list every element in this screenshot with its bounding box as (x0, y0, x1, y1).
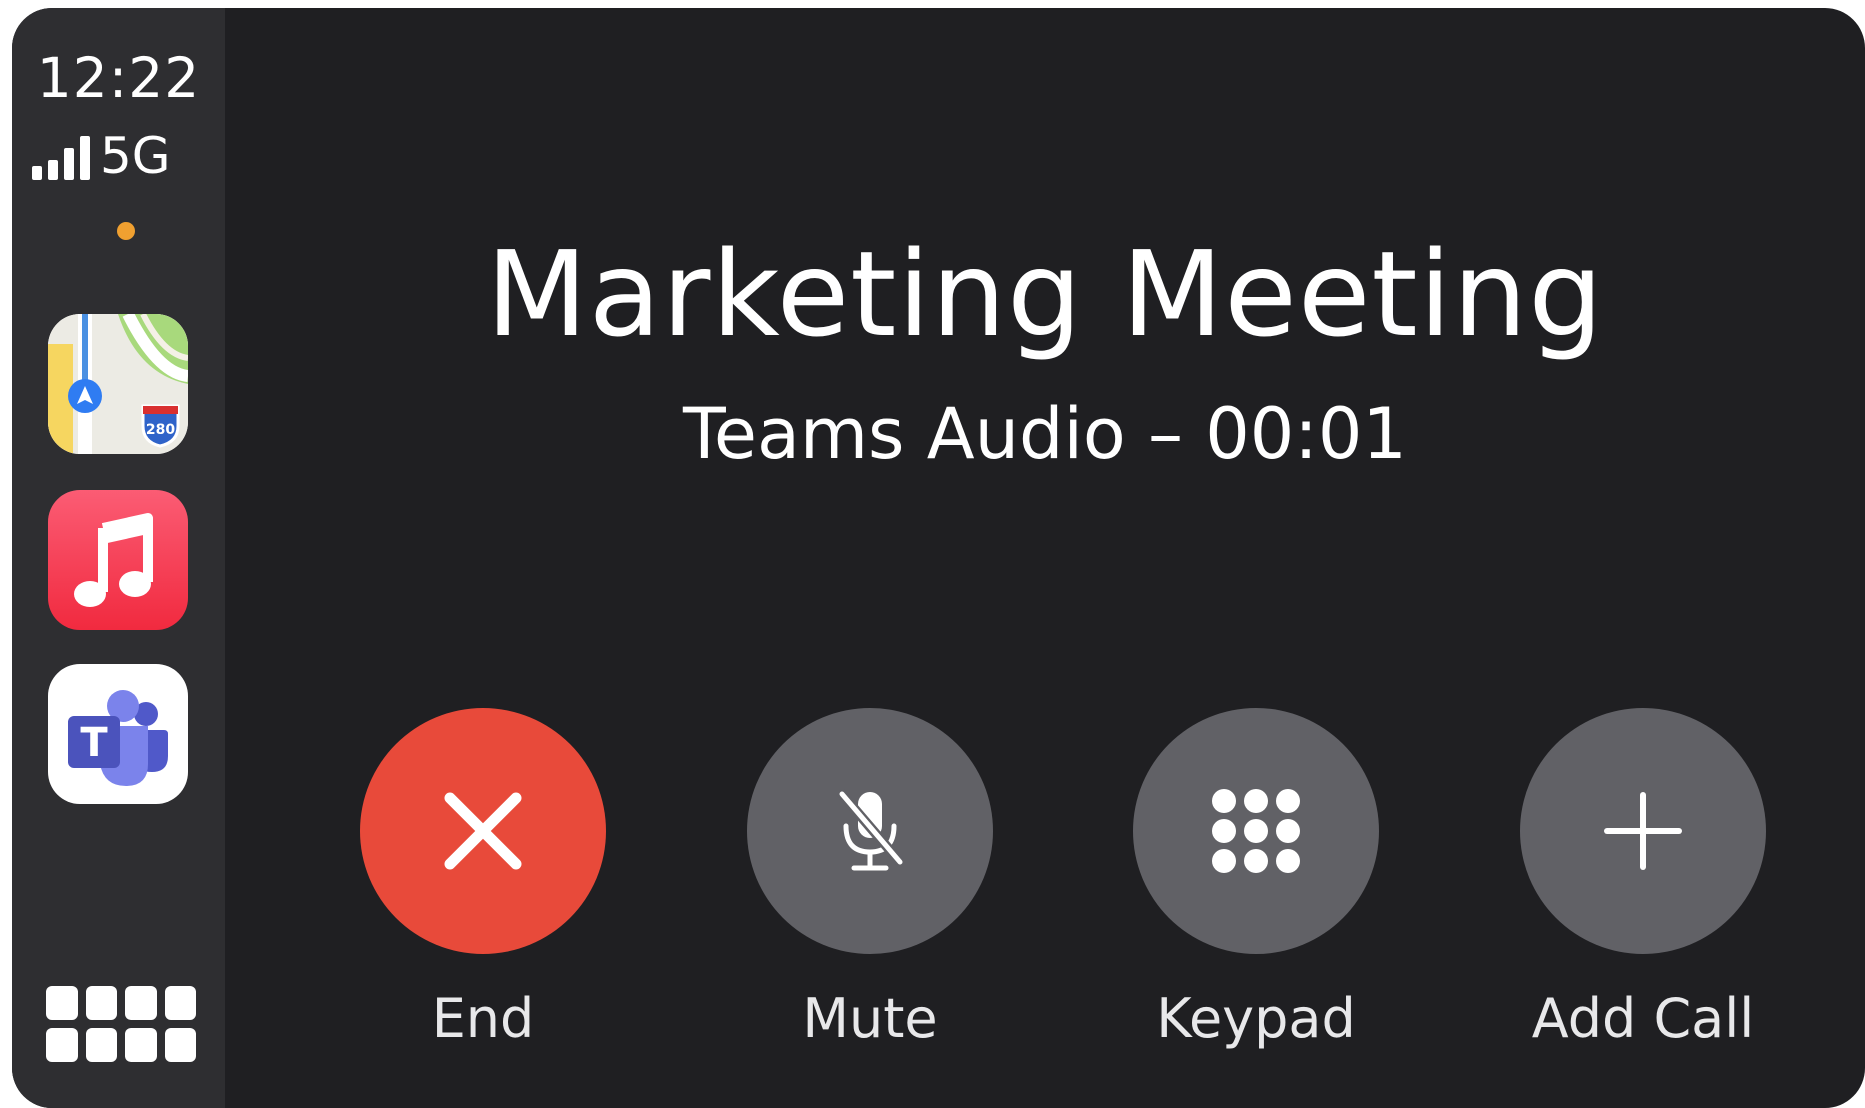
app-grid-icon[interactable] (46, 986, 196, 1062)
call-subtitle: Teams Audio – 00:01 (683, 393, 1407, 475)
maps-shield-number: 280 (146, 422, 175, 438)
status-time: 12:22 (36, 46, 201, 110)
call-controls: End Mute Keypad Add Call (225, 708, 1865, 1088)
plus-icon (1604, 792, 1682, 870)
end-call-circle[interactable] (360, 708, 606, 954)
mic-muted-icon (836, 788, 904, 871)
keypad-icon (1212, 789, 1300, 873)
mute-circle[interactable] (747, 708, 993, 954)
teams-letter: T (80, 720, 108, 766)
music-note-icon (74, 513, 153, 607)
sidebar: 12:22 5G 280 T (12, 8, 225, 1108)
maps-icon: 280 (48, 314, 188, 454)
mic-in-use-indicator (117, 222, 135, 240)
signal-strength-icon (32, 136, 90, 180)
mute-label: Mute (802, 987, 938, 1050)
end-call-label: End (431, 987, 535, 1050)
signal-status: 5G (32, 126, 171, 186)
add-call-label: Add Call (1531, 987, 1755, 1050)
carplay-screen: 12:22 5G 280 T Marketing Meeting Teams A… (12, 8, 1865, 1108)
network-type: 5G (100, 127, 171, 185)
add-call-button[interactable]: Add Call (1518, 708, 1768, 1046)
keypad-circle[interactable] (1133, 708, 1379, 954)
end-call-button[interactable]: End (358, 708, 608, 1046)
teams-icon: T (68, 690, 168, 786)
teams-app-icon[interactable]: T (48, 664, 188, 804)
mute-button[interactable]: Mute (745, 708, 995, 1046)
keypad-button[interactable]: Keypad (1131, 708, 1381, 1046)
call-title: Marketing Meeting (485, 225, 1605, 363)
music-app-icon[interactable] (48, 490, 188, 630)
keypad-label: Keypad (1156, 987, 1356, 1050)
maps-app-icon[interactable]: 280 (48, 314, 188, 454)
add-call-circle[interactable] (1520, 708, 1766, 954)
close-icon (444, 792, 522, 870)
